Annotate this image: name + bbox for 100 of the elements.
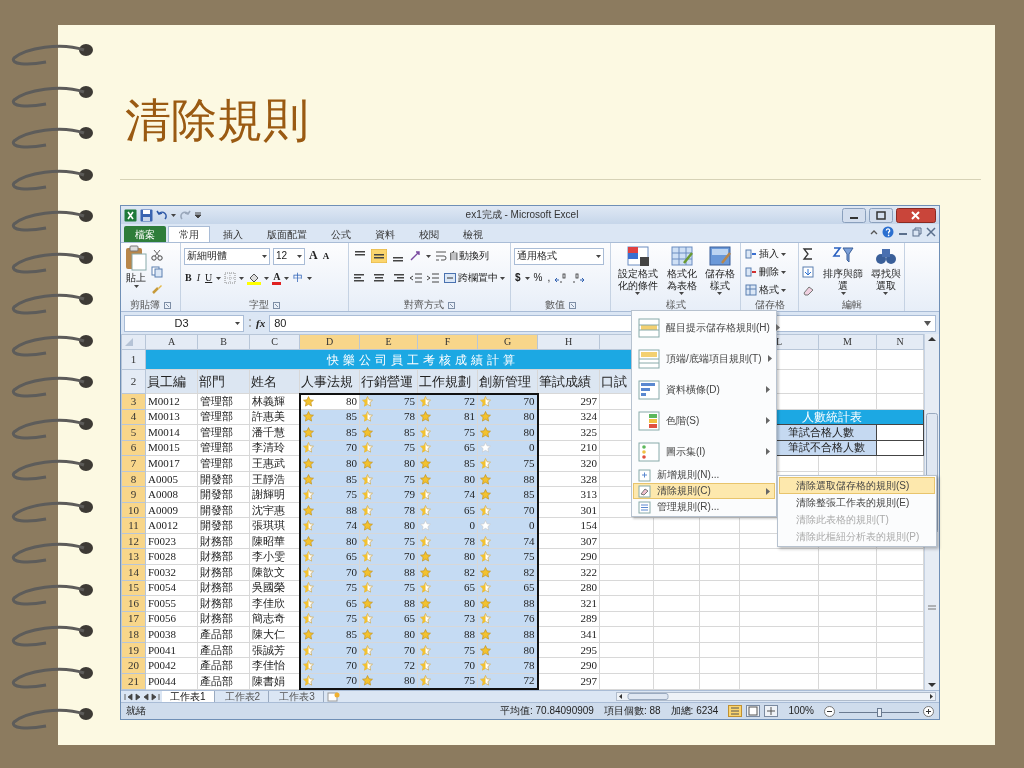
menu-item[interactable]: 清除整張工作表的規則(E) (779, 494, 935, 511)
page-layout-icon[interactable] (746, 705, 761, 717)
ribbon-button[interactable]: 設定格式化的條件 (614, 245, 662, 299)
paste-button[interactable]: 貼上 (124, 245, 148, 299)
ribbon-button[interactable]: 插入 (744, 248, 787, 260)
fill-down-icon[interactable] (802, 266, 814, 278)
customize-icon[interactable] (194, 211, 202, 219)
caret-icon[interactable] (781, 270, 786, 274)
help-icon[interactable] (882, 226, 894, 238)
underline-button[interactable]: U (204, 272, 214, 284)
caret-icon[interactable] (840, 292, 846, 295)
wrap-text-button[interactable]: 自動換列 (434, 250, 490, 262)
caret-icon[interactable] (781, 252, 786, 256)
comma-button[interactable]: , (546, 272, 552, 284)
currency-button[interactable]: $ (514, 272, 522, 284)
menu-item[interactable]: 新增規則(N)... (633, 467, 775, 483)
align-center-icon[interactable] (371, 271, 387, 285)
caret-icon[interactable] (635, 292, 641, 295)
caret-icon[interactable] (264, 276, 270, 280)
caret-icon[interactable] (883, 292, 889, 295)
ribbon-tab[interactable]: 插入 (212, 225, 254, 242)
grow-font-button[interactable]: A (308, 249, 319, 263)
dialog-launcher-icon[interactable] (273, 301, 280, 309)
sheet-navigation-icon[interactable] (124, 692, 160, 701)
ribbon-tab[interactable]: 校閱 (408, 225, 450, 242)
zoom-in-icon[interactable] (923, 705, 934, 717)
caret-icon[interactable] (235, 321, 240, 325)
maximize-button[interactable] (869, 207, 893, 223)
font-color-button[interactable]: A (272, 271, 282, 285)
save-icon[interactable] (140, 208, 153, 222)
row-header[interactable]: 1 (121, 349, 146, 370)
column-header[interactable]: E (359, 334, 418, 350)
caret-icon[interactable] (133, 284, 139, 288)
function-button[interactable]: fx (256, 316, 266, 330)
ribbon-tab[interactable]: 檢視 (452, 225, 494, 242)
restore-icon[interactable] (912, 227, 922, 237)
menu-item[interactable]: 清除選取儲存格的規則(S) (779, 477, 935, 494)
menu-item[interactable]: 管理規則(R)... (633, 499, 775, 515)
eraser-icon[interactable] (802, 284, 814, 296)
column-header[interactable]: H (537, 334, 600, 350)
font-name-field[interactable]: 新細明體 (184, 247, 270, 265)
caret-icon[interactable] (781, 288, 786, 292)
decrease-decimal-icon[interactable] (571, 272, 586, 284)
ribbon-button[interactable]: 排序與篩選 (819, 245, 868, 299)
caret-icon[interactable] (596, 254, 601, 258)
undo-icon[interactable] (156, 209, 168, 221)
dialog-launcher-icon[interactable] (164, 301, 171, 309)
zoom-slider-thumb[interactable] (877, 707, 882, 717)
ribbon-tab[interactable]: 常用 (168, 225, 210, 242)
zoom-out-icon[interactable] (824, 705, 835, 717)
ribbon-button[interactable]: 格式化為表格 (664, 245, 700, 299)
collapse-ribbon-icon[interactable] (870, 229, 878, 235)
dialog-launcher-icon[interactable] (569, 301, 576, 309)
column-header[interactable]: M (818, 334, 877, 350)
row-header[interactable]: 2 (121, 369, 146, 394)
italic-button[interactable]: I (195, 272, 201, 284)
caret-icon[interactable] (717, 292, 723, 295)
ribbon-button[interactable]: 格式 (744, 284, 787, 296)
scroll-up-icon[interactable] (928, 336, 936, 341)
caret-icon[interactable] (426, 254, 431, 258)
percent-button[interactable]: % (532, 272, 544, 284)
dialog-launcher-icon[interactable] (448, 301, 455, 309)
ribbon-tab[interactable]: 資料 (364, 225, 406, 242)
text-orientation-icon[interactable] (409, 250, 423, 262)
caret-icon[interactable] (216, 276, 222, 280)
minimize-button[interactable] (842, 207, 866, 223)
caret-icon[interactable] (307, 276, 313, 280)
caret-icon[interactable] (679, 292, 685, 295)
caret-icon[interactable] (171, 213, 176, 217)
decrease-indent-icon[interactable] (409, 272, 423, 284)
column-header[interactable]: D (299, 334, 360, 350)
spreadsheet-app-icon[interactable] (124, 208, 137, 222)
align-middle-icon[interactable] (371, 249, 387, 263)
number-format-field[interactable]: 通用格式 (514, 247, 604, 265)
column-header[interactable]: F (417, 334, 478, 350)
scroll-down-icon[interactable] (928, 683, 936, 688)
ribbon-tab[interactable]: 版面配置 (256, 225, 318, 242)
ribbon-tab[interactable]: 公式 (320, 225, 362, 242)
ribbon-button[interactable]: 尋找與選取 (870, 245, 901, 299)
column-header[interactable]: N (876, 334, 924, 350)
close-icon[interactable] (926, 227, 936, 237)
increase-indent-icon[interactable] (426, 272, 440, 284)
scissors-icon[interactable] (151, 249, 163, 261)
column-header[interactable]: C (249, 334, 300, 350)
font-size-field[interactable]: 12 (273, 247, 305, 265)
fill-color-icon[interactable] (247, 271, 262, 285)
horizontal-scrollbar[interactable] (616, 692, 936, 701)
page-break-icon[interactable] (764, 705, 779, 717)
column-header[interactable]: B (197, 334, 250, 350)
expand-icon[interactable] (924, 320, 931, 326)
ribbon-button[interactable]: 儲存格樣式 (702, 245, 737, 299)
phonetic-button[interactable]: 中 (292, 272, 305, 284)
shrink-font-button[interactable]: A (321, 250, 331, 262)
caret-icon[interactable] (239, 276, 245, 280)
copy-icon[interactable] (151, 266, 165, 278)
name-box[interactable]: D3 (124, 314, 244, 332)
merge-center-button[interactable]: 跨欄置中 (443, 272, 506, 284)
close-button[interactable] (896, 207, 936, 223)
caret-icon[interactable] (262, 254, 267, 258)
increase-decimal-icon[interactable] (554, 272, 569, 284)
